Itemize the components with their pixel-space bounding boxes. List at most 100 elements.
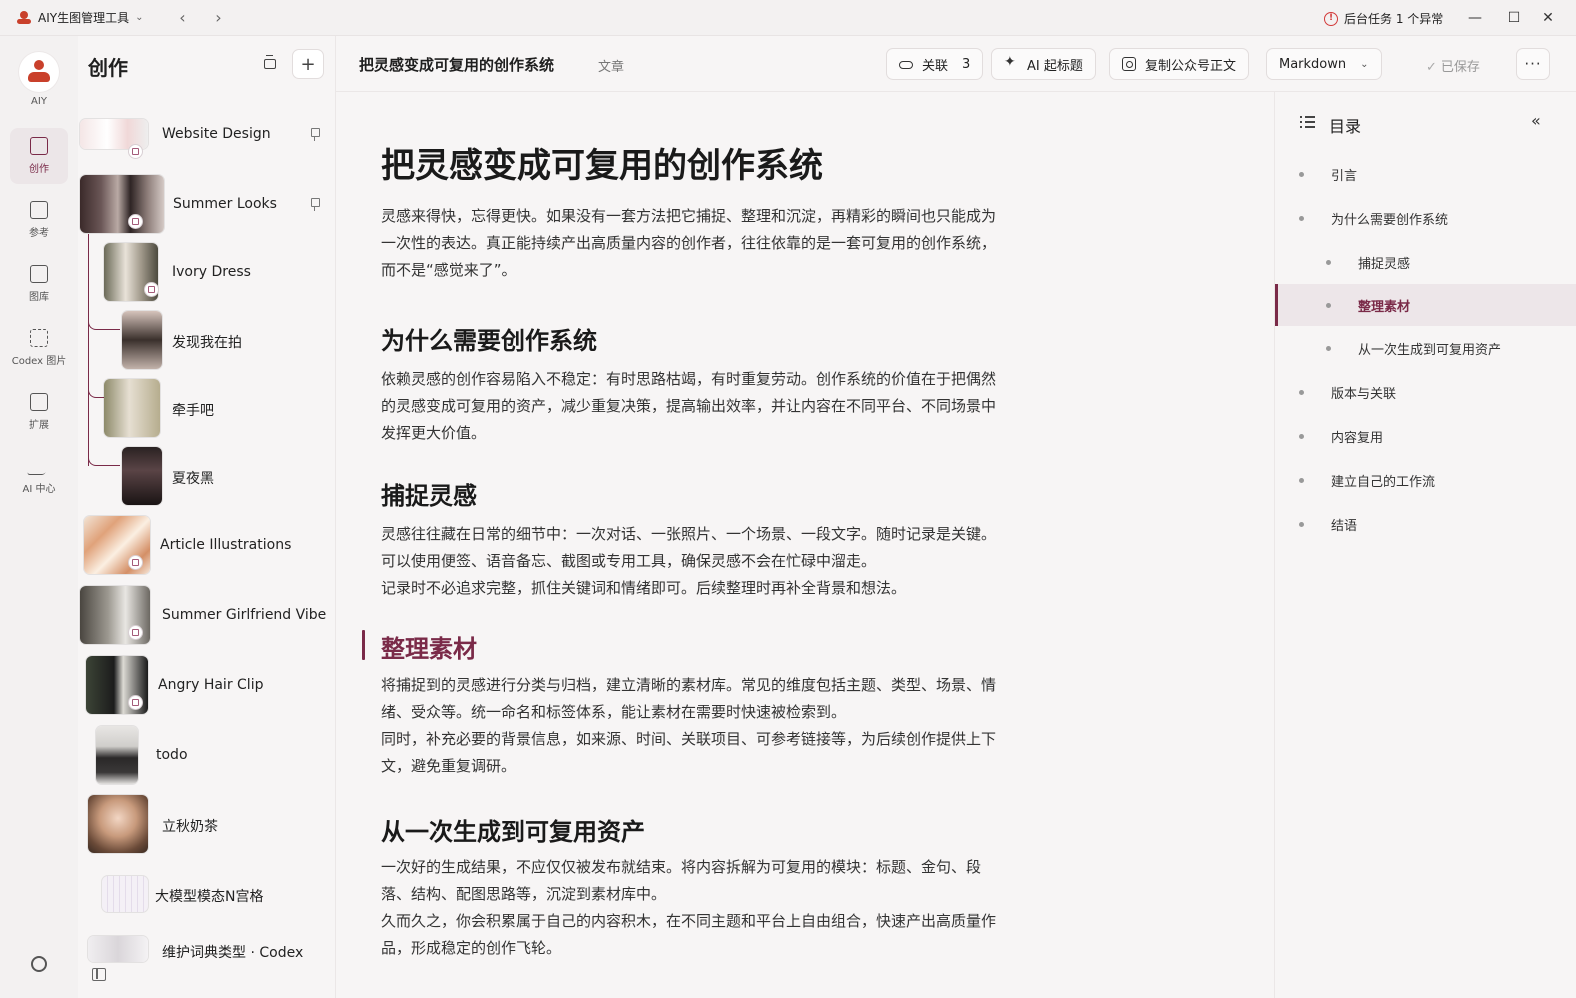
sidebar-item-discover-me-shooting[interactable]: 发现我在拍 bbox=[78, 308, 335, 374]
forward-arrow-icon[interactable]: › bbox=[211, 8, 225, 27]
rail-item-extensions[interactable]: 扩展 bbox=[10, 384, 68, 440]
extension-icon bbox=[30, 393, 48, 411]
document-title[interactable]: 把灵感变成可复用的创作系统 bbox=[359, 54, 554, 75]
save-status-label: 已保存 bbox=[1440, 60, 1480, 75]
sidebar-item-summer-night-black[interactable]: 夏夜黑 bbox=[78, 444, 335, 510]
app-logo-icon bbox=[16, 10, 32, 26]
toc-dot bbox=[1326, 303, 1331, 308]
pin-icon[interactable] bbox=[310, 198, 320, 211]
toc-item-label: 从一次生成到可复用资产 bbox=[1358, 342, 1502, 358]
nav-rail: AIY 创作 参考 图库 Codex 图片 扩展 AI 中心 bbox=[0, 36, 78, 998]
section-paragraph: 依赖灵感的创作容易陷入不稳定：有时思路枯竭，有时重复劳动。创作系统的价值在于把偶… bbox=[381, 370, 997, 442]
toc-item-workflow[interactable]: 建立自己的工作流 bbox=[1275, 459, 1576, 501]
rail-item-label: 参考 bbox=[29, 228, 49, 239]
link-icon bbox=[899, 61, 913, 69]
link-button[interactable]: 关联 3 bbox=[886, 48, 984, 80]
toc-item-label: 整理素材 bbox=[1358, 299, 1411, 315]
sidebar-item-website-design[interactable]: Website Design bbox=[78, 102, 335, 168]
toc-item-intro[interactable]: 引言 bbox=[1275, 153, 1576, 195]
article-editor[interactable]: 把灵感变成可复用的创作系统 灵感来得快，忘得更快。如果没有一套方法把它捕捉、整理… bbox=[336, 92, 1274, 998]
sidebar-item-summer-looks[interactable]: Summer Looks bbox=[78, 172, 335, 238]
toc-item-conclusion[interactable]: 结语 bbox=[1275, 503, 1576, 545]
toc-item-capture[interactable]: 捕捉灵感 bbox=[1275, 241, 1576, 283]
rail-item-label: 创作 bbox=[29, 164, 49, 175]
format-select[interactable]: Markdown ⌄ bbox=[1266, 48, 1382, 80]
save-status: ✓ 已保存 bbox=[1426, 56, 1480, 75]
copy-wechat-button[interactable]: 复制公众号正文 bbox=[1109, 48, 1250, 80]
close-button[interactable]: ✕ bbox=[1538, 8, 1558, 28]
toc-dot bbox=[1299, 216, 1304, 221]
sidebar-item-todo[interactable]: todo bbox=[78, 723, 335, 789]
section-heading: 为什么需要创作系统 bbox=[381, 327, 597, 355]
sidebar-item-label: 发现我在拍 bbox=[172, 335, 242, 351]
sidebar-item-label: Summer Looks bbox=[173, 196, 277, 212]
toc-item-reuse[interactable]: 内容复用 bbox=[1275, 415, 1576, 457]
back-arrow-icon[interactable]: ‹ bbox=[175, 8, 189, 27]
chevron-down-icon[interactable]: ⌄ bbox=[135, 12, 143, 23]
sidebar-item-maintain-dictionary-codex[interactable]: 维护词典类型 · Codex bbox=[78, 918, 335, 984]
document-type-label: 文章 bbox=[598, 60, 625, 75]
toc-item-organize[interactable]: 整理素材 bbox=[1275, 284, 1576, 326]
gallery-badge-icon bbox=[128, 625, 143, 640]
toc-item-reusable-assets[interactable]: 从一次生成到可复用资产 bbox=[1275, 327, 1576, 369]
ai-title-button[interactable]: AI 起标题 bbox=[991, 48, 1096, 80]
sidebar-item-label: Summer Girlfriend Vibe bbox=[162, 607, 327, 623]
background-task-status[interactable]: ! 后台任务 1 个异常 bbox=[1324, 10, 1443, 27]
app-name[interactable]: AIY生图管理工具 bbox=[38, 9, 129, 26]
document-header: 把灵感变成可复用的创作系统 文章 关联 3 AI 起标题 复制公众号正文 Mar… bbox=[336, 36, 1576, 92]
stack-icon bbox=[264, 55, 276, 69]
rail-item-codex-images[interactable]: Codex 图片 bbox=[10, 320, 68, 376]
add-project-button[interactable]: + bbox=[292, 49, 324, 79]
sidebar-item-ivory-dress[interactable]: Ivory Dress bbox=[78, 240, 335, 306]
gallery-badge-icon bbox=[144, 282, 159, 297]
avatar-label: AIY bbox=[31, 96, 47, 107]
toc-dot bbox=[1299, 478, 1304, 483]
section-heading-active: 整理素材 bbox=[381, 635, 477, 663]
rail-item-create[interactable]: 创作 bbox=[10, 128, 68, 184]
sidebar-item-label: todo bbox=[156, 747, 188, 763]
article-title: 把灵感变成可复用的创作系统 bbox=[381, 146, 823, 186]
sidebar-item-hold-hands[interactable]: 牵手吧 bbox=[78, 376, 335, 442]
settings-gear-icon[interactable] bbox=[31, 956, 47, 972]
warning-icon: ! bbox=[1324, 11, 1338, 26]
collapse-toc-button[interactable]: « bbox=[1531, 111, 1541, 130]
sidebar-item-article-illustrations[interactable]: Article Illustrations bbox=[78, 513, 335, 579]
toc-item-why-system[interactable]: 为什么需要创作系统 bbox=[1275, 197, 1576, 239]
section-paragraph: 一次好的生成结果，不应仅仅被发布就结束。将内容拆解为可复用的模块：标题、金句、段… bbox=[381, 858, 997, 957]
sidebar-title: 创作 bbox=[88, 56, 128, 80]
active-section-marker bbox=[362, 630, 365, 660]
pin-icon[interactable] bbox=[310, 128, 320, 141]
toc-item-versions[interactable]: 版本与关联 bbox=[1275, 371, 1576, 413]
sidebar-collapse-icon[interactable] bbox=[92, 968, 106, 981]
thumbnail bbox=[122, 311, 162, 369]
sidebar-item-summer-girlfriend-vibe[interactable]: Summer Girlfriend Vibe bbox=[78, 583, 335, 649]
rail-item-gallery[interactable]: 图库 bbox=[10, 256, 68, 312]
sparkle-icon bbox=[1004, 54, 1018, 71]
gallery-badge-icon bbox=[128, 695, 143, 710]
avatar[interactable] bbox=[19, 52, 59, 92]
maximize-button[interactable]: ☐ bbox=[1504, 8, 1524, 28]
rail-item-label: 图库 bbox=[29, 292, 49, 303]
activity-icon bbox=[26, 457, 52, 475]
rail-item-label: AI 中心 bbox=[22, 484, 56, 495]
rail-item-reference[interactable]: 参考 bbox=[10, 192, 68, 248]
sidebar-item-label: 牵手吧 bbox=[172, 403, 214, 419]
intro-paragraph: 灵感来得快，忘得更快。如果没有一套方法把它捕捉、整理和沉淀，再精彩的瞬间也只能成… bbox=[381, 207, 997, 279]
sidebar-item-label: Angry Hair Clip bbox=[158, 677, 264, 693]
sidebar-item-angry-hair-clip[interactable]: Angry Hair Clip bbox=[78, 653, 335, 719]
thumbnail bbox=[122, 447, 162, 505]
list-icon bbox=[1300, 116, 1315, 129]
more-options-button[interactable]: ··· bbox=[1516, 48, 1550, 80]
stack-button[interactable] bbox=[260, 54, 280, 74]
minimize-button[interactable]: — bbox=[1465, 8, 1485, 28]
section-heading: 捕捉灵感 bbox=[381, 482, 477, 510]
table-of-contents: 目录 « 引言 为什么需要创作系统 捕捉灵感 整理素材 从一次生成到可复用资产 … bbox=[1274, 92, 1576, 998]
thumbnail bbox=[88, 795, 148, 853]
rail-item-ai-center[interactable]: AI 中心 bbox=[10, 448, 68, 504]
toc-item-label: 为什么需要创作系统 bbox=[1331, 212, 1449, 228]
sidebar-item-autumn-milk-tea[interactable]: 立秋奶茶 bbox=[78, 792, 335, 858]
gallery-icon bbox=[30, 265, 48, 283]
toc-item-label: 引言 bbox=[1331, 168, 1358, 184]
toc-dot bbox=[1326, 346, 1331, 351]
format-label: Markdown bbox=[1279, 56, 1347, 72]
